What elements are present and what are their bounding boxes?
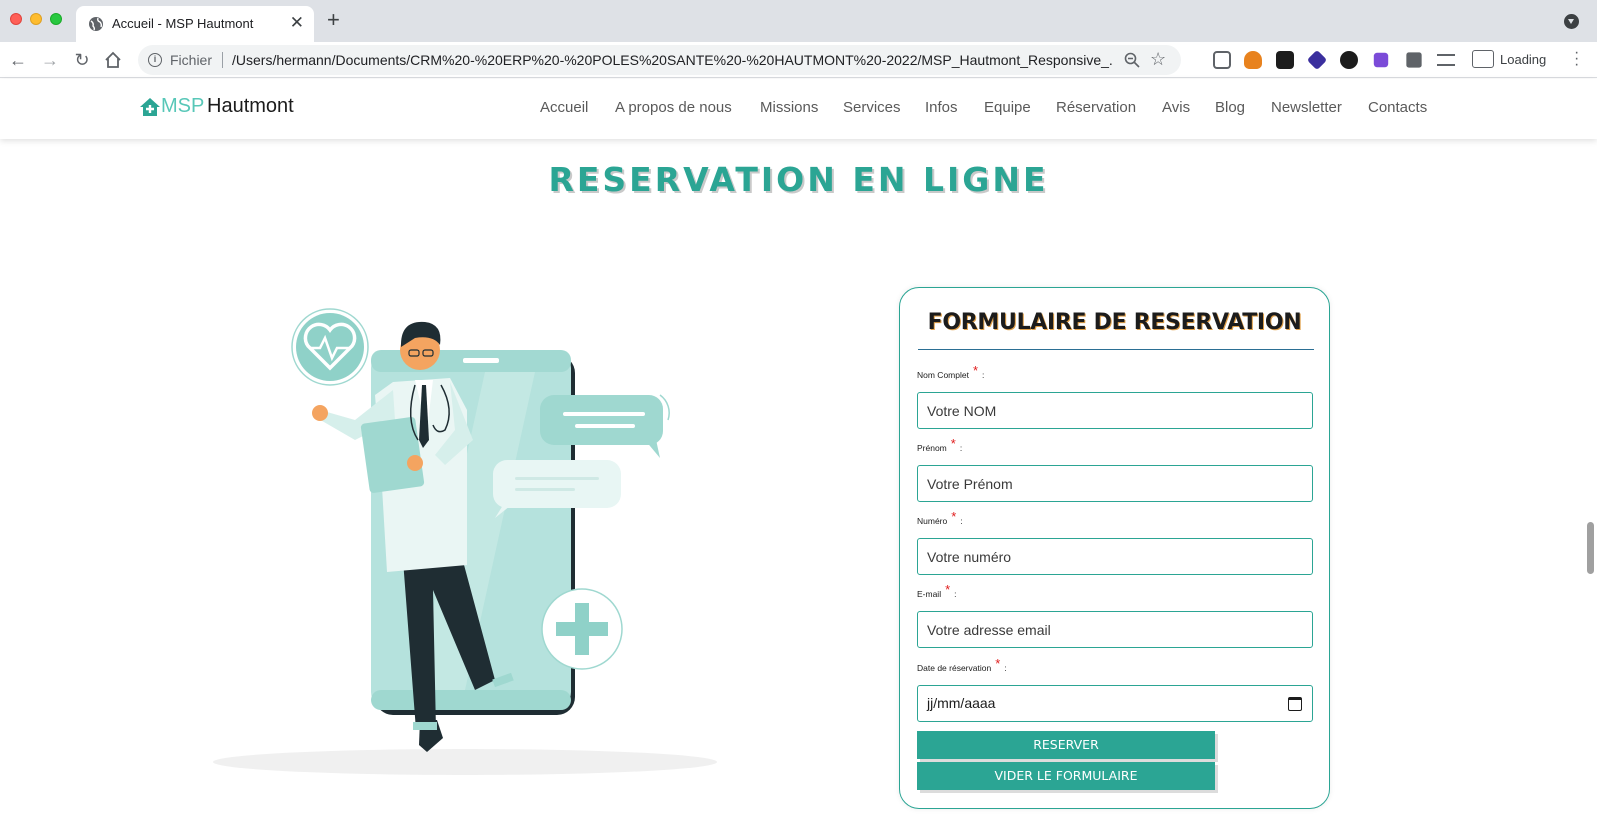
required-asterisk: * (945, 582, 951, 597)
tab-search-icon[interactable] (1564, 14, 1579, 29)
nav-link-infos[interactable]: Infos (925, 99, 958, 116)
required-asterisk: * (995, 656, 1001, 671)
browser-tab-active[interactable]: Accueil - MSP Hautmont ✕ (76, 6, 314, 42)
page-scrollbar-thumb[interactable] (1587, 522, 1594, 574)
date-placeholder: jj/mm/aaaa (927, 695, 996, 711)
email-input[interactable] (917, 611, 1313, 648)
address-bar[interactable]: i Fichier /Users/hermann/Documents/CRM%2… (138, 45, 1181, 75)
tab-title: Accueil - MSP Hautmont (112, 16, 254, 31)
logo-name: Hautmont (207, 95, 294, 117)
page-title: RESERVATION EN LIGNE (548, 160, 1049, 199)
zoom-out-icon[interactable] (1124, 52, 1140, 68)
extension-diamond-icon[interactable] (1306, 49, 1328, 71)
numero-label-text: Numéro (917, 516, 948, 526)
info-icon[interactable]: i (148, 53, 162, 67)
back-arrow-icon[interactable]: ← (8, 50, 28, 70)
form-title: FORMULAIRE DE RESERVATION (927, 310, 1302, 335)
reservation-form: FORMULAIRE DE RESERVATION Nom Complet *: … (899, 287, 1330, 809)
email-label-text: E-mail (917, 589, 942, 599)
label-colon: : (960, 516, 963, 526)
required-asterisk: * (950, 436, 956, 451)
date-reservation-label: Date de réservation *: (917, 656, 1007, 674)
profile-label: Loading (1500, 52, 1547, 67)
bookmark-star-icon[interactable]: ☆ (1150, 49, 1166, 70)
vider-formulaire-button[interactable]: VIDER LE FORMULAIRE (917, 762, 1215, 790)
nav-link-services[interactable]: Services (843, 99, 901, 116)
logo-prefix: MSP (161, 95, 205, 117)
reserver-button[interactable]: RESERVER (917, 731, 1215, 759)
globe-icon (89, 17, 103, 31)
url-text[interactable]: /Users/hermann/Documents/CRM%20-%20ERP%2… (232, 52, 1112, 68)
window-close-button[interactable] (10, 13, 22, 25)
label-colon: : (982, 370, 985, 380)
nav-link-newsletter[interactable]: Newsletter (1271, 99, 1342, 116)
required-asterisk: * (972, 363, 979, 378)
url-separator (222, 52, 223, 68)
nom-complet-label: Nom Complet *: (917, 363, 985, 381)
nav-link-reservation[interactable]: Réservation (1056, 99, 1136, 116)
forward-arrow-icon[interactable]: → (40, 50, 60, 70)
calendar-icon[interactable] (1288, 697, 1302, 711)
numero-input[interactable] (917, 538, 1313, 575)
nav-link-a-propos[interactable]: A propos de nous (615, 99, 732, 116)
metamask-fox-icon[interactable] (1244, 51, 1262, 69)
label-colon: : (959, 443, 963, 453)
date-reservation-label-text: Date de réservation (917, 663, 992, 673)
house-plus-icon (140, 98, 160, 116)
window-minimize-button[interactable] (30, 13, 42, 25)
prenom-label: Prénom *: (917, 436, 963, 454)
nav-link-blog[interactable]: Blog (1215, 99, 1245, 116)
label-colon: : (954, 589, 957, 599)
extensions-puzzle-icon[interactable] (1406, 52, 1422, 68)
home-icon[interactable] (104, 51, 122, 69)
label-colon: : (1004, 663, 1007, 673)
nav-link-avis[interactable]: Avis (1162, 99, 1190, 116)
media-queue-icon[interactable] (1437, 54, 1455, 66)
email-label: E-mail *: (917, 582, 957, 600)
required-asterisk: * (951, 509, 957, 524)
url-scheme-label: Fichier (170, 52, 213, 68)
prenom-input[interactable] (917, 465, 1313, 502)
close-tab-icon[interactable]: ✕ (290, 13, 304, 33)
site-header: MSP Hautmont Accueil A propos de nous Mi… (0, 79, 1597, 139)
browser-toolbar: ← → ↻ i Fichier /Users/hermann/Documents… (0, 42, 1597, 78)
nom-complet-input[interactable] (917, 392, 1313, 429)
browser-tab-strip: Accueil - MSP Hautmont ✕ + (0, 0, 1597, 42)
nav-link-accueil[interactable]: Accueil (540, 99, 588, 116)
nav-link-equipe[interactable]: Equipe (984, 99, 1031, 116)
extension-s-circle-icon[interactable] (1340, 51, 1358, 69)
prenom-label-text: Prénom (917, 443, 947, 453)
nav-link-missions[interactable]: Missions (760, 99, 818, 116)
window-maximize-button[interactable] (50, 13, 62, 25)
extension-hexagon-icon[interactable] (1373, 52, 1389, 68)
extension-cube-icon[interactable] (1213, 51, 1231, 69)
profile-avatar-icon (1472, 50, 1494, 68)
new-tab-icon[interactable]: + (327, 9, 340, 31)
doctor-smartphone-illustration (213, 308, 717, 775)
numero-label: Numéro *: (917, 509, 963, 527)
reload-icon[interactable]: ↻ (72, 50, 92, 70)
extension-dark-square-icon[interactable] (1276, 51, 1294, 69)
date-reservation-input[interactable]: jj/mm/aaaa (917, 685, 1313, 722)
browser-menu-icon[interactable]: · · · (1574, 45, 1579, 73)
nom-complet-label-text: Nom Complet (917, 370, 969, 380)
nav-link-contacts[interactable]: Contacts (1368, 99, 1427, 116)
form-title-divider (918, 349, 1314, 350)
